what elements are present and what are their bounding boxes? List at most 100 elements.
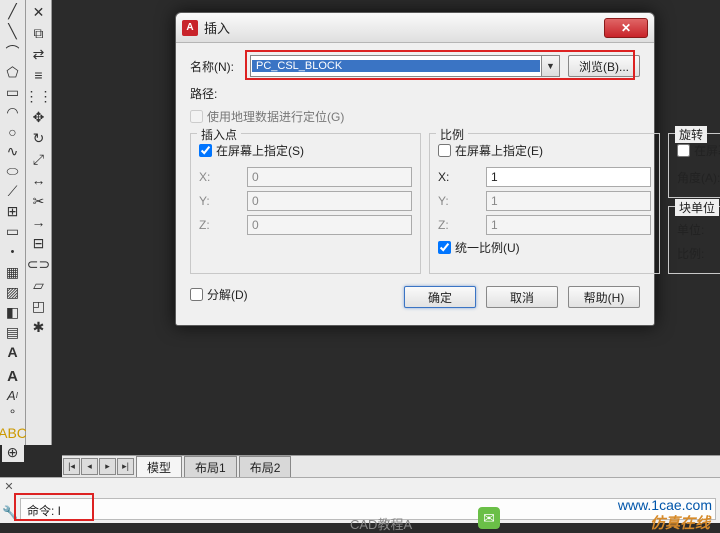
tab-first-icon[interactable]: |◂ xyxy=(63,458,80,475)
text-a-icon[interactable]: A xyxy=(2,367,24,386)
tab-last-icon[interactable]: ▸| xyxy=(117,458,134,475)
tab-model[interactable]: 模型 xyxy=(136,456,182,478)
dialog-titlebar[interactable]: A 插入 ✕ xyxy=(176,13,654,43)
help-button[interactable]: 帮助(H) xyxy=(568,286,640,308)
insertion-legend: 插入点 xyxy=(197,126,241,143)
insertion-group: 插入点 在屏幕上指定(S) X: Y: Z: xyxy=(190,133,421,274)
ins-z-label: Z: xyxy=(199,218,247,232)
line-icon[interactable]: ╱ xyxy=(2,2,24,21)
geo-checkbox: 使用地理数据进行定位(G) xyxy=(190,108,640,125)
scale-z-label: Z: xyxy=(438,218,486,232)
erase-icon[interactable]: ✕ xyxy=(28,2,50,22)
break-icon[interactable]: ⊟ xyxy=(28,233,50,253)
scale-icon[interactable]: ⤢ xyxy=(28,149,50,169)
block-icon[interactable]: ▭ xyxy=(2,222,24,241)
rotation-legend: 旋转 xyxy=(675,126,707,143)
cancel-button[interactable]: 取消 xyxy=(486,286,558,308)
rect-icon[interactable]: ▭ xyxy=(2,83,24,102)
trim-icon[interactable]: ✂ xyxy=(28,191,50,211)
scale-onscreen-input[interactable] xyxy=(438,144,451,157)
angle-label: 角度(A): xyxy=(677,169,720,186)
geo-checkbox-input xyxy=(190,110,203,123)
tool4-icon[interactable]: ABC xyxy=(2,424,24,442)
tool5-icon[interactable]: ⊕ xyxy=(2,443,24,462)
scale-x-label: X: xyxy=(438,170,486,184)
insertion-onscreen[interactable]: 在屏幕上指定(S) xyxy=(199,142,412,159)
scale-onscreen[interactable]: 在屏幕上指定(E) xyxy=(438,142,651,159)
insertion-onscreen-input[interactable] xyxy=(199,144,212,157)
ins-x-label: X: xyxy=(199,170,247,184)
stretch-icon[interactable]: ↔ xyxy=(28,170,50,190)
tab-next-icon[interactable]: ▸ xyxy=(99,458,116,475)
chamfer-icon[interactable]: ▱ xyxy=(28,275,50,295)
offset-icon[interactable]: ≡ xyxy=(28,65,50,85)
explode-checkbox[interactable]: 分解(D) xyxy=(190,286,248,303)
ins-z-input xyxy=(247,215,412,235)
rotation-onscreen-input[interactable] xyxy=(677,144,690,157)
scale-x-input[interactable] xyxy=(486,167,651,187)
table-icon[interactable]: ▤ xyxy=(2,323,24,342)
tab-layout1[interactable]: 布局1 xyxy=(184,456,237,478)
modify-toolbar: ✕ ⧉ ⇄ ≡ ⋮⋮ ✥ ↻ ⤢ ↔ ✂ → ⊟ ⊂⊃ ▱ ◰ ✱ xyxy=(26,0,52,445)
scale-z-input xyxy=(486,215,651,235)
unit-label: 单位: xyxy=(677,221,720,238)
explode-input[interactable] xyxy=(190,288,203,301)
copy-icon[interactable]: ⧉ xyxy=(28,23,50,43)
arc-icon[interactable]: ◠ xyxy=(2,103,24,122)
mirror-icon[interactable]: ⇄ xyxy=(28,44,50,64)
extend-icon[interactable]: → xyxy=(28,212,50,232)
cmd-gear-icon[interactable]: 🔧 xyxy=(2,505,16,519)
rotation-onscreen[interactable]: 在屏幕上指定(C) xyxy=(677,142,720,159)
scale-y-input xyxy=(486,191,651,211)
hatch-icon[interactable]: ▦ xyxy=(2,263,24,282)
tab-prev-icon[interactable]: ◂ xyxy=(81,458,98,475)
join-icon[interactable]: ⊂⊃ xyxy=(28,254,50,274)
name-label: 名称(N): xyxy=(190,58,250,75)
circle-icon[interactable]: ○ xyxy=(2,123,24,141)
cmd-close-icon[interactable]: ✕ xyxy=(2,480,16,494)
text-ai-icon[interactable]: AI xyxy=(2,387,24,404)
region-icon[interactable]: ◧ xyxy=(2,303,24,322)
ins-y-input xyxy=(247,191,412,211)
ok-button[interactable]: 确定 xyxy=(404,286,476,308)
close-button[interactable]: ✕ xyxy=(604,18,648,38)
insert-icon[interactable]: ⊞ xyxy=(2,202,24,221)
fillet-icon[interactable]: ◰ xyxy=(28,296,50,316)
dialog-title: 插入 xyxy=(204,18,604,37)
earc-icon[interactable]: ⟋ xyxy=(2,182,24,201)
rotation-group: 旋转 在屏幕上指定(C) 角度(A): xyxy=(668,133,720,198)
footer-brand: 仿真在线 xyxy=(650,512,710,533)
insert-dialog: A 插入 ✕ 名称(N): PC_CSL_BLOCK ▼ 浏览(B)... 路径… xyxy=(175,12,655,326)
layout-tabbar: |◂ ◂ ▸ ▸| 模型 布局1 布局2 xyxy=(62,455,720,477)
footer-site: www.1cae.com xyxy=(618,497,712,513)
rotate-icon[interactable]: ↻ xyxy=(28,128,50,148)
name-combobox[interactable]: PC_CSL_BLOCK ▼ xyxy=(250,55,560,77)
path-label: 路径: xyxy=(190,85,640,102)
browse-button[interactable]: 浏览(B)... xyxy=(568,55,640,77)
wechat-icon: ✉ xyxy=(478,507,500,529)
uniform-scale-input[interactable] xyxy=(438,241,451,254)
footer-cad: CAD教程A xyxy=(350,514,412,533)
xline-icon[interactable]: ╲ xyxy=(2,22,24,41)
name-value: PC_CSL_BLOCK xyxy=(252,60,540,72)
point-icon[interactable]: ・ xyxy=(2,242,24,262)
blockunit-legend: 块单位 xyxy=(675,199,719,216)
command-prompt: 命令: xyxy=(27,504,58,518)
chevron-down-icon[interactable]: ▼ xyxy=(541,56,559,76)
polygon-icon[interactable]: ⬠ xyxy=(2,63,24,82)
scale-y-label: Y: xyxy=(438,194,486,208)
blockunit-group: 块单位 单位: 比例: xyxy=(668,206,720,274)
spline-icon[interactable]: ∿ xyxy=(2,142,24,161)
tab-layout2[interactable]: 布局2 xyxy=(239,456,292,478)
pline-icon[interactable]: ⌒ xyxy=(2,42,24,62)
ellipse-icon[interactable]: ⬭ xyxy=(2,162,24,181)
tool3-icon[interactable]: ° xyxy=(2,405,24,423)
explode-icon[interactable]: ✱ xyxy=(28,317,50,337)
uniform-scale[interactable]: 统一比例(U) xyxy=(438,239,651,256)
gradient-icon[interactable]: ▨ xyxy=(2,283,24,302)
mtext-icon[interactable]: A xyxy=(2,343,24,361)
ratio-label: 比例: xyxy=(677,245,720,262)
move-icon[interactable]: ✥ xyxy=(28,107,50,127)
app-icon: A xyxy=(182,20,198,36)
array-icon[interactable]: ⋮⋮ xyxy=(28,86,50,106)
